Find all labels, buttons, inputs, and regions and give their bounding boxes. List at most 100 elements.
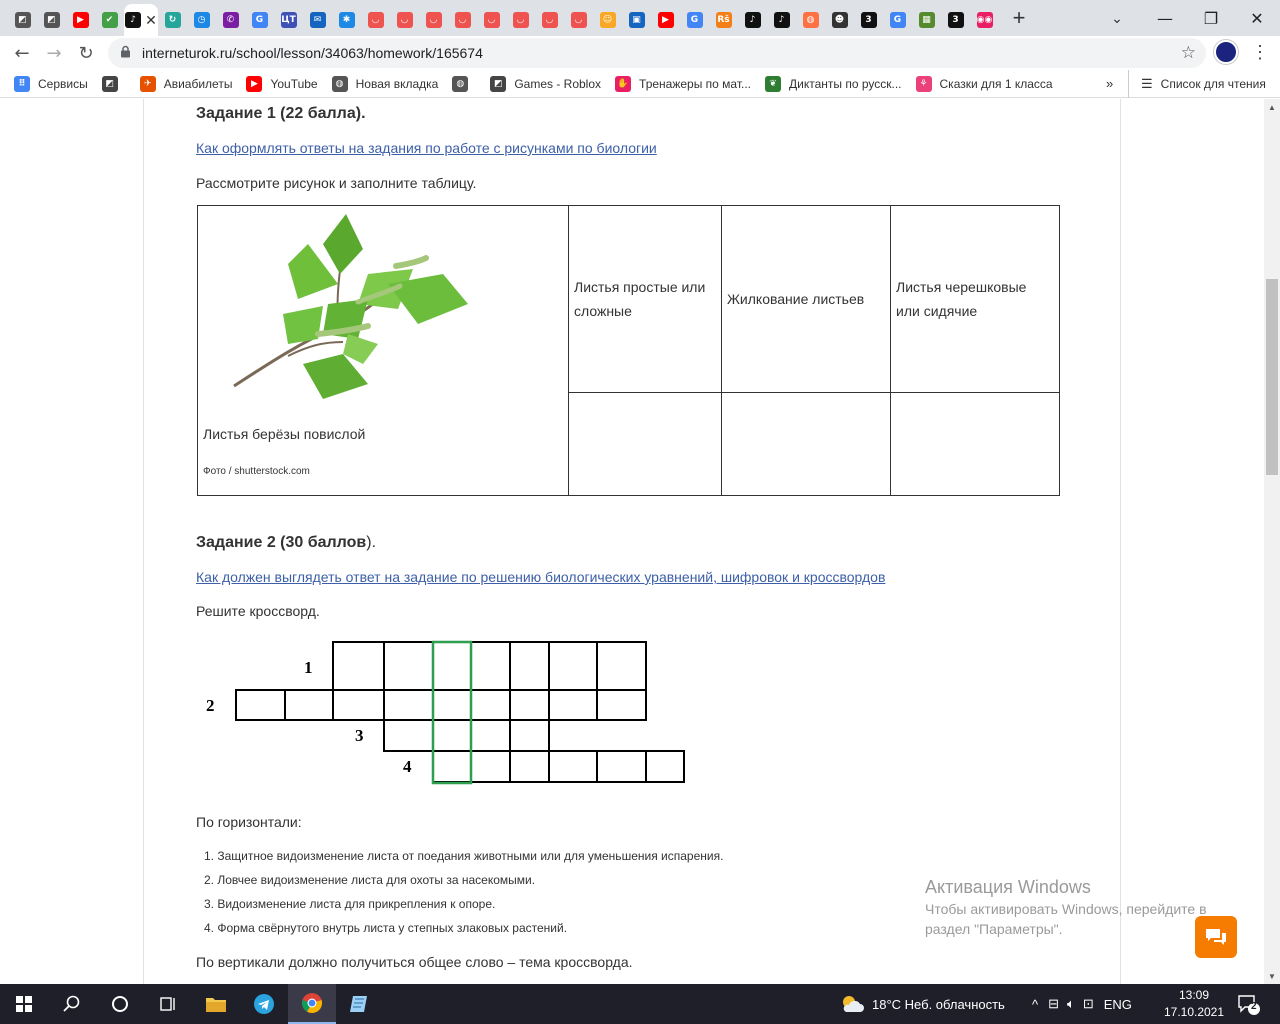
- browser-tab[interactable]: G: [245, 6, 274, 34]
- bookmark-star-icon[interactable]: ☆: [1181, 43, 1196, 63]
- browser-tab[interactable]: ЦТ: [274, 6, 303, 34]
- bookmark-item[interactable]: ◍: [452, 75, 476, 92]
- bookmarks-more-button[interactable]: »: [1106, 76, 1113, 91]
- bookmark-item[interactable]: ▶ YouTube: [246, 75, 318, 92]
- browser-tab[interactable]: ▣: [622, 6, 651, 34]
- crossword-cell[interactable]: [432, 719, 472, 752]
- browser-tab[interactable]: G: [680, 6, 709, 34]
- browser-tab[interactable]: ◡: [535, 6, 564, 34]
- crossword-cell[interactable]: [332, 689, 385, 721]
- address-bar[interactable]: interneturok.ru/school/lesson/34063/home…: [108, 38, 1206, 68]
- network-icon[interactable]: ⊟: [1048, 996, 1059, 1012]
- browser-tab[interactable]: Rš: [709, 6, 738, 34]
- browser-tab[interactable]: ◡: [477, 6, 506, 34]
- browser-tab[interactable]: ↻: [158, 6, 187, 34]
- bookmark-item[interactable]: ✋ Тренажеры по мат...: [615, 75, 751, 92]
- tab-search-icon[interactable]: ⌄: [1102, 0, 1132, 36]
- telegram-button[interactable]: [240, 984, 288, 1024]
- crossword-cell[interactable]: [596, 641, 647, 691]
- start-button[interactable]: [0, 984, 48, 1024]
- bookmark-item[interactable]: ✈ Авиабилеты: [139, 75, 232, 92]
- browser-tab[interactable]: ◩: [37, 6, 66, 34]
- browser-tab[interactable]: ✉: [303, 6, 332, 34]
- crossword-cell[interactable]: [383, 719, 434, 752]
- browser-tab[interactable]: ▶: [651, 6, 680, 34]
- crossword-cell[interactable]: [284, 689, 334, 721]
- bookmark-item[interactable]: ⠿ Сервисы: [14, 75, 88, 92]
- profile-avatar[interactable]: [1214, 40, 1238, 64]
- display-icon[interactable]: ⊡: [1083, 996, 1094, 1012]
- weather-widget[interactable]: 18°C Неб. облачность: [840, 984, 1005, 1024]
- browser-tab[interactable]: ◩: [8, 6, 37, 34]
- crossword-cell[interactable]: [470, 689, 511, 721]
- crossword-cell[interactable]: [432, 689, 472, 721]
- browser-tab[interactable]: ◡: [448, 6, 477, 34]
- task1-help-link[interactable]: Как оформлять ответы на задания по работ…: [196, 140, 657, 156]
- language-indicator[interactable]: ENG: [1104, 997, 1132, 1012]
- crossword-cell[interactable]: [432, 641, 472, 691]
- browser-tab[interactable]: ◡: [506, 6, 535, 34]
- bookmark-item[interactable]: ◍ Новая вкладка: [331, 75, 438, 92]
- browser-tab[interactable]: ✔: [95, 6, 124, 34]
- url-text[interactable]: interneturok.ru/school/lesson/34063/home…: [142, 45, 483, 61]
- minimize-button[interactable]: —: [1142, 0, 1188, 36]
- crossword-cell[interactable]: [645, 750, 685, 783]
- file-explorer-button[interactable]: [192, 984, 240, 1024]
- crossword-cell[interactable]: [509, 750, 550, 783]
- crossword-cell[interactable]: [548, 689, 598, 721]
- crossword-cell[interactable]: [332, 641, 385, 691]
- browser-tab[interactable]: ☻: [825, 6, 854, 34]
- crossword-cell[interactable]: [548, 641, 598, 691]
- crossword-cell[interactable]: [432, 750, 472, 783]
- browser-tab[interactable]: ◍: [796, 6, 825, 34]
- crossword-cell[interactable]: [235, 689, 286, 721]
- browser-tab[interactable]: ▶: [66, 6, 95, 34]
- browser-tab[interactable]: ◡: [390, 6, 419, 34]
- back-button[interactable]: ←: [6, 37, 38, 69]
- browser-tab[interactable]: ♪ ✕: [124, 4, 158, 36]
- crossword-cell[interactable]: [596, 750, 647, 783]
- page-scrollbar[interactable]: ▲ ▼: [1264, 99, 1280, 984]
- bookmark-item[interactable]: ⚘ Сказки для 1 класса: [915, 75, 1053, 92]
- browser-tab[interactable]: 3: [854, 6, 883, 34]
- crossword-cell[interactable]: [509, 641, 550, 691]
- crossword-cell[interactable]: [383, 689, 434, 721]
- crossword-cell[interactable]: [470, 719, 511, 752]
- crossword-cell[interactable]: [548, 750, 598, 783]
- lock-icon[interactable]: [120, 45, 134, 61]
- crossword-cell[interactable]: [509, 689, 550, 721]
- crossword-cell[interactable]: [470, 750, 511, 783]
- browser-tab[interactable]: ◡: [564, 6, 593, 34]
- notification-center-button[interactable]: 2: [1236, 992, 1260, 1016]
- scroll-down-arrow-icon[interactable]: ▼: [1264, 968, 1280, 984]
- crossword-cell[interactable]: [470, 641, 511, 691]
- close-tab-icon[interactable]: ✕: [145, 12, 157, 29]
- task-view-button[interactable]: [144, 984, 192, 1024]
- crossword-cell[interactable]: [596, 689, 647, 721]
- bookmark-item[interactable]: ◩ Games - Roblox: [490, 75, 601, 92]
- table-answer-cell[interactable]: [721, 392, 891, 496]
- forward-button[interactable]: →: [38, 37, 70, 69]
- bookmark-item[interactable]: ◩: [101, 75, 126, 92]
- reading-list-button[interactable]: ☰ Список для чтения: [1128, 70, 1266, 98]
- bookmark-item[interactable]: ❦ Диктанты по русск...: [765, 75, 902, 92]
- browser-tab[interactable]: ◡: [361, 6, 390, 34]
- search-button[interactable]: [48, 984, 96, 1024]
- chat-button[interactable]: [1195, 916, 1237, 958]
- new-tab-button[interactable]: +: [1005, 4, 1033, 32]
- browser-tab[interactable]: ◡: [419, 6, 448, 34]
- browser-tab[interactable]: ▦: [912, 6, 941, 34]
- volume-icon[interactable]: 🔈︎: [1067, 996, 1075, 1012]
- browser-tab[interactable]: ✱: [332, 6, 361, 34]
- table-answer-cell[interactable]: [890, 392, 1060, 496]
- chrome-button[interactable]: [288, 984, 336, 1024]
- close-window-button[interactable]: ✕: [1234, 0, 1280, 36]
- cortana-button[interactable]: [96, 984, 144, 1024]
- tray-chevron-icon[interactable]: ^: [1032, 997, 1038, 1012]
- browser-tab[interactable]: ◷: [187, 6, 216, 34]
- reload-button[interactable]: ↻: [70, 37, 102, 69]
- browser-tab[interactable]: 3: [941, 6, 970, 34]
- scroll-up-arrow-icon[interactable]: ▲: [1264, 99, 1280, 115]
- scrollbar-thumb[interactable]: [1266, 279, 1278, 475]
- browser-tab[interactable]: ◉◉: [970, 6, 999, 34]
